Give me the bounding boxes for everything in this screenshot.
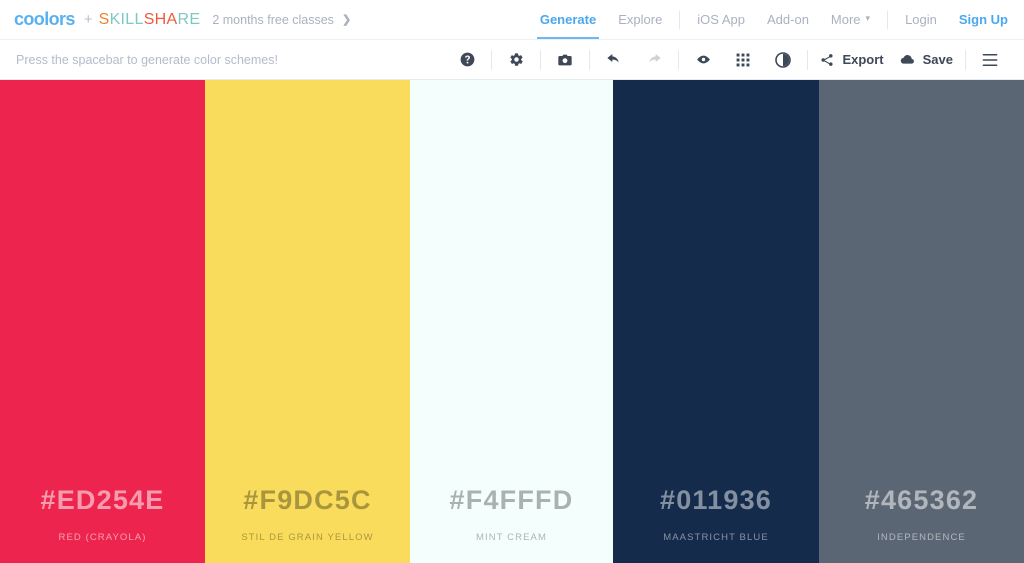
contrast-icon[interactable] [763,40,803,80]
swatch-color-name: INDEPENDENCE [877,532,966,543]
swatch-hex-value[interactable]: #F9DC5C [243,487,371,514]
swatch-hex-value[interactable]: #011936 [660,487,772,514]
swatch-hex-value[interactable]: #ED254E [41,487,165,514]
nav-divider-1 [679,10,681,29]
nav-secondary: iOS App Add-on More ▾ [686,0,881,39]
skillshare-brand: SKILLSHARE [98,10,201,28]
nav-item-ios-app-label: iOS App [697,12,745,27]
hamburger-menu-icon[interactable] [970,40,1010,80]
share-icon [821,53,833,66]
header-nav: Generate Explore iOS App Add-on More ▾ L… [529,0,1008,39]
coolors-logo[interactable]: coolors [14,9,75,30]
nav-primary: Generate Explore [529,0,673,39]
toolbar-divider-6 [965,49,966,70]
export-button[interactable]: Export [812,40,891,80]
nav-item-more-label: More [830,12,861,27]
eye-icon[interactable] [683,40,723,80]
swatch-color-name: MINT CREAM [476,532,547,543]
nav-item-add-on-label: Add-on [767,12,809,27]
nav-divider-2 [887,10,889,29]
grid-icon[interactable] [723,40,763,80]
toolbar-actions: Export Save [447,40,1010,79]
export-label: Export [842,52,884,67]
help-icon[interactable] [447,40,487,80]
save-label: Save [922,52,953,67]
nav-item-add-on[interactable]: Add-on [756,0,820,39]
swatch-hex-value[interactable]: #F4FFFD [450,487,574,514]
undo-icon[interactable] [594,40,634,80]
nav-account: Login Sign Up [894,0,1008,39]
save-button[interactable]: Save [892,40,961,80]
camera-icon[interactable] [545,40,585,80]
skillshare-promo[interactable]: + SKILLSHARE 2 months free classes ❯ [84,11,351,29]
redo-icon [634,40,674,80]
promo-plus: + [83,11,93,28]
swatch-color-name: RED (CRAYOLA) [58,532,147,543]
swatch-color-name: STIL DE GRAIN YELLOW [241,532,374,543]
nav-item-login[interactable]: Login [894,0,948,39]
nav-item-login-label: Login [905,12,937,27]
toolbar-divider-1 [491,49,493,70]
toolbar-divider-2 [540,49,542,70]
color-palette: #ED254E RED (CRAYOLA) #F9DC5C STIL DE GR… [0,80,1024,563]
nav-item-explore[interactable]: Explore [607,0,673,39]
swatch-color-name: MAASTRICHT BLUE [663,532,769,543]
promo-text: 2 months free classes [212,12,334,27]
cloud-icon [900,55,914,64]
settings-gear-icon[interactable] [496,40,536,80]
color-swatch-1[interactable]: #ED254E RED (CRAYOLA) [0,80,205,563]
nav-item-signup-label: Sign Up [958,12,1008,27]
toolbar: Press the spacebar to generate color sch… [0,40,1024,80]
spacebar-hint: Press the spacebar to generate color sch… [16,52,278,67]
nav-item-generate[interactable]: Generate [529,0,607,39]
chevron-right-icon: ❯ [341,14,352,26]
chevron-down-icon: ▾ [865,13,871,23]
nav-item-explore-label: Explore [618,12,663,27]
coolors-app: coolors + SKILLSHARE 2 months free class… [0,0,1024,563]
logo-text: coolors [14,9,75,29]
swatch-hex-value[interactable]: #465362 [865,487,979,514]
top-header: coolors + SKILLSHARE 2 months free class… [0,0,1024,40]
toolbar-divider-4 [678,49,680,70]
nav-item-generate-label: Generate [539,12,597,27]
nav-item-signup[interactable]: Sign Up [948,0,1008,39]
nav-item-more[interactable]: More ▾ [820,0,881,39]
color-swatch-4[interactable]: #011936 MAASTRICHT BLUE [613,80,819,563]
toolbar-divider-5 [807,49,809,70]
toolbar-divider-3 [589,49,591,70]
color-swatch-2[interactable]: #F9DC5C STIL DE GRAIN YELLOW [205,80,410,563]
color-swatch-5[interactable]: #465362 INDEPENDENCE [819,80,1024,563]
nav-item-ios-app[interactable]: iOS App [686,0,756,39]
color-swatch-3[interactable]: #F4FFFD MINT CREAM [410,80,613,563]
